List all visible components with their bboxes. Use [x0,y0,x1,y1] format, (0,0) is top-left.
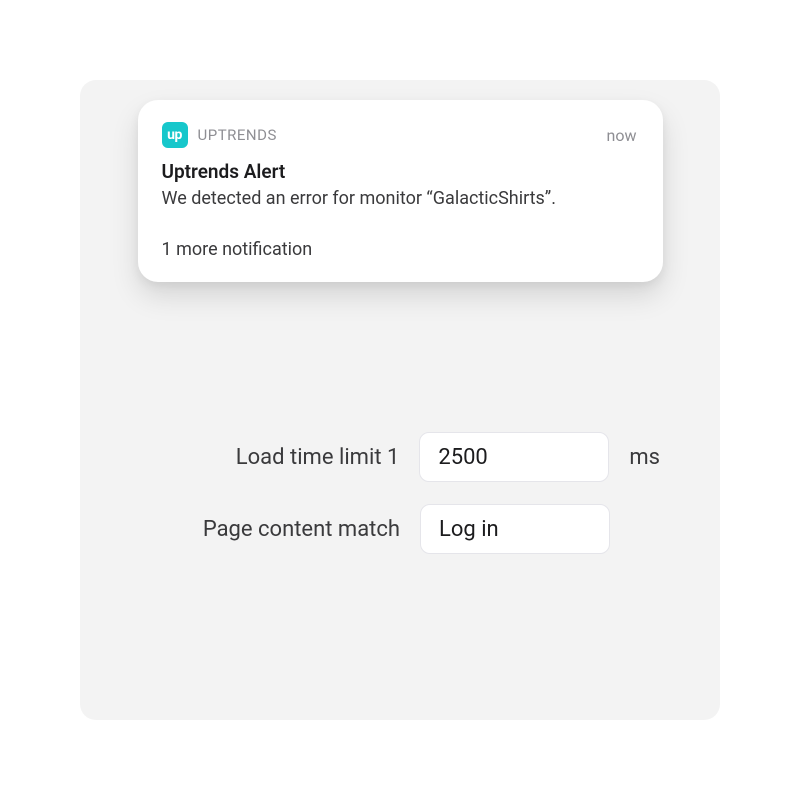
load-time-input[interactable] [419,432,609,482]
notification-body: We detected an error for monitor “Galact… [162,187,637,211]
notification-more-count: 1 more notification [162,239,637,260]
notification-card[interactable]: up UPTRENDS now Uptrends Alert We detect… [138,100,663,282]
uptrends-logo-icon: up [162,122,188,148]
notification-title: Uptrends Alert [162,160,637,183]
content-match-row: Page content match [120,504,660,554]
load-time-label: Load time limit 1 [120,445,399,470]
settings-area: Load time limit 1 ms Page content match [80,432,720,554]
notification-timestamp: now [607,126,637,145]
settings-panel: up UPTRENDS now Uptrends Alert We detect… [80,80,720,720]
load-time-row: Load time limit 1 ms [120,432,660,482]
load-time-unit: ms [629,445,660,470]
content-match-label: Page content match [120,517,400,542]
content-match-input[interactable] [420,504,610,554]
notification-app-name: UPTRENDS [198,126,277,144]
notification-header: up UPTRENDS now [162,122,637,148]
